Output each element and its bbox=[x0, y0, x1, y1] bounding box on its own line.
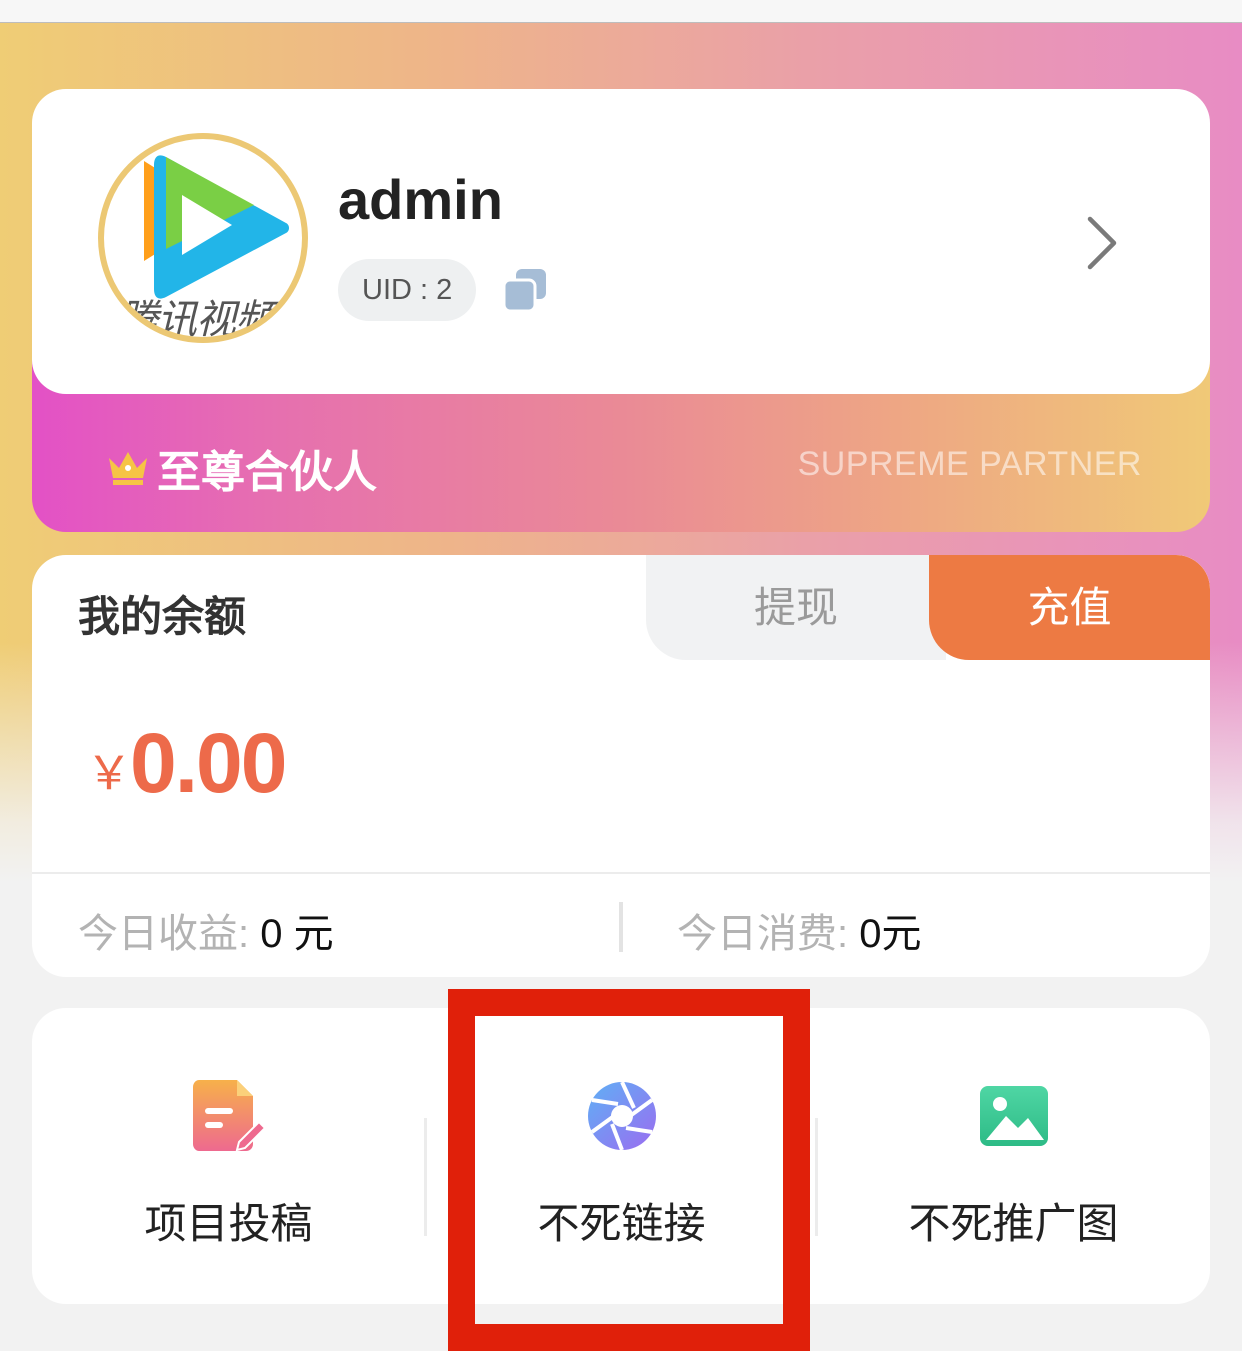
image-icon bbox=[979, 1086, 1048, 1146]
today-income: 今日收益: 0 元 bbox=[78, 901, 334, 959]
balance-card: 我的余额 提现 充值 ￥ 0.00 今日收益: 0 元 今日消费: 0元 bbox=[32, 555, 1210, 977]
avatar[interactable]: 腾讯视频 bbox=[98, 133, 308, 343]
highlight-box bbox=[448, 989, 810, 1351]
menu-item-label: 不死推广图 bbox=[908, 1200, 1119, 1247]
menu-item-project-submit[interactable]: 项目投稿 bbox=[32, 1008, 425, 1304]
vip-subtitle: SUPREME PARTNER bbox=[797, 445, 1142, 483]
divider bbox=[32, 872, 1210, 874]
today-spend-label: 今日消费: bbox=[677, 912, 849, 956]
today-spend-value: 0元 bbox=[848, 912, 922, 956]
today-income-label: 今日收益: bbox=[78, 912, 250, 956]
vip-title: 至尊合伙人 bbox=[157, 448, 377, 497]
withdraw-button[interactable]: 提现 bbox=[646, 555, 946, 660]
uid-badge: UID : 2 bbox=[338, 259, 477, 321]
recharge-button[interactable]: 充值 bbox=[929, 555, 1210, 660]
stat-divider bbox=[619, 902, 623, 952]
chevron-right-icon[interactable] bbox=[1082, 215, 1122, 271]
currency-symbol: ￥ bbox=[86, 747, 132, 799]
menu-item-undead-poster[interactable]: 不死推广图 bbox=[817, 1008, 1210, 1304]
profile-card[interactable]: 腾讯视频 admin UID : 2 bbox=[32, 89, 1210, 394]
username: admin bbox=[338, 168, 503, 231]
document-edit-icon bbox=[192, 1080, 265, 1152]
top-strip bbox=[0, 0, 1242, 23]
balance-title: 我的余额 bbox=[78, 593, 247, 640]
crown-icon bbox=[109, 452, 147, 485]
avatar-text: 腾讯视频 bbox=[118, 297, 275, 343]
menu-item-label: 项目投稿 bbox=[144, 1200, 313, 1247]
today-spend: 今日消费: 0元 bbox=[677, 901, 921, 959]
today-income-value: 0 元 bbox=[249, 912, 334, 956]
copy-icon[interactable] bbox=[502, 267, 548, 313]
balance-amount: 0.00 bbox=[130, 716, 287, 810]
